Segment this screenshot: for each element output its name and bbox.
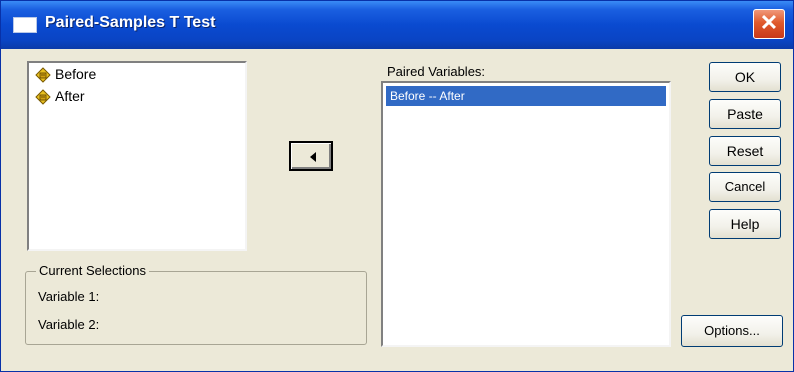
current-selections-group: Current Selections Variable 1: Variable … bbox=[25, 263, 367, 345]
variable-label: Before bbox=[55, 66, 97, 82]
paired-variables-list[interactable]: Before -- After bbox=[381, 81, 671, 347]
scale-variable-icon bbox=[35, 67, 51, 83]
variable-item-after[interactable]: After bbox=[29, 85, 245, 107]
list-item[interactable]: Before -- After bbox=[386, 86, 666, 106]
scale-variable-icon bbox=[35, 89, 51, 105]
variable-2-label: Variable 2: bbox=[38, 317, 100, 332]
close-icon: ✕ bbox=[759, 10, 779, 35]
window-title: Paired-Samples T Test bbox=[45, 14, 216, 31]
paste-button[interactable]: Paste bbox=[709, 99, 781, 129]
options-button[interactable]: Options... bbox=[681, 315, 783, 347]
help-button[interactable]: Help bbox=[709, 209, 781, 239]
arrow-left-icon bbox=[310, 152, 316, 162]
reset-button[interactable]: Reset bbox=[709, 136, 781, 166]
close-button[interactable]: ✕ bbox=[753, 9, 785, 39]
ok-button[interactable]: OK bbox=[709, 62, 781, 92]
cancel-button[interactable]: Cancel bbox=[709, 172, 781, 202]
title-bar[interactable]: Paired-Samples T Test ✕ bbox=[1, 1, 793, 49]
source-variable-list[interactable]: Before After bbox=[27, 61, 247, 251]
paired-variables-label: Paired Variables: bbox=[387, 64, 486, 79]
paired-samples-dialog: Paired-Samples T Test ✕ Before After Cur… bbox=[0, 0, 794, 372]
variable-item-before[interactable]: Before bbox=[29, 63, 245, 85]
group-legend: Current Selections bbox=[36, 263, 149, 278]
variable-1-label: Variable 1: bbox=[38, 289, 100, 304]
window-icon bbox=[13, 17, 37, 33]
move-pair-button[interactable] bbox=[289, 141, 333, 171]
variable-label: After bbox=[55, 88, 85, 104]
